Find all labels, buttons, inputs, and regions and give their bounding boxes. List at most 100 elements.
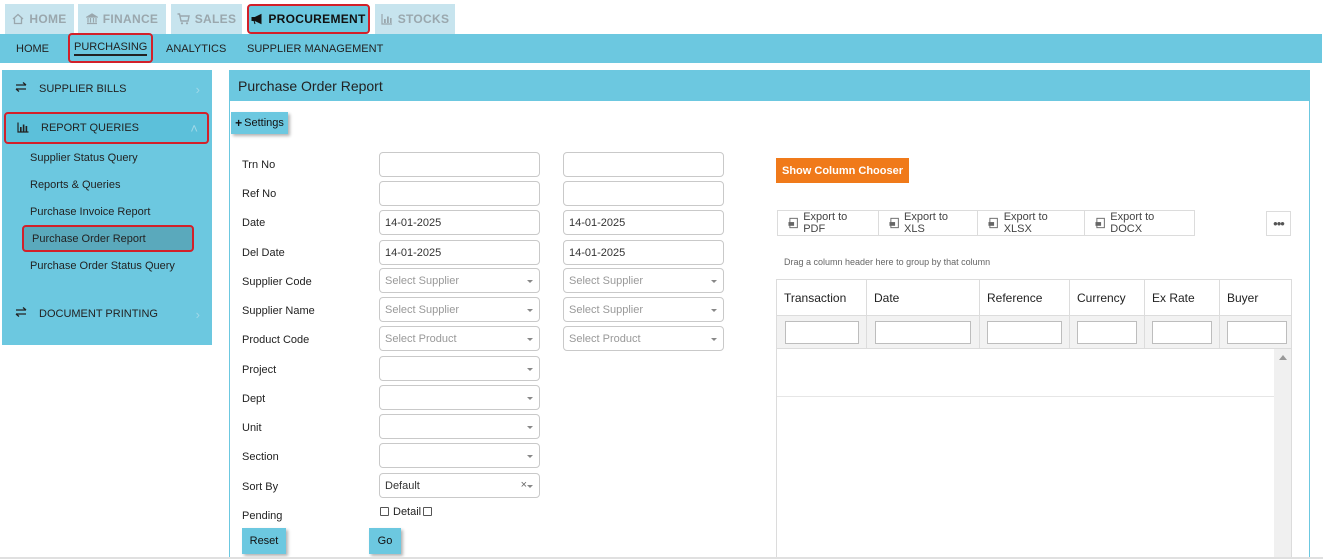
export-xlsx-button[interactable]: Export to XLSX: [978, 211, 1086, 235]
column-header-buyer[interactable]: Buyer: [1220, 280, 1291, 316]
tab-procurement[interactable]: PROCUREMENT: [247, 4, 370, 34]
supplier-code-from-select[interactable]: Select Supplier: [379, 268, 540, 293]
sidebar-item-label: Reports & Queries: [30, 179, 121, 191]
label-trn-no: Trn No: [242, 159, 276, 171]
grid-vertical-scrollbar[interactable]: [1274, 349, 1291, 558]
del-date-to-input[interactable]: 14-01-2025: [563, 240, 724, 265]
supplier-name-to-select[interactable]: Select Supplier: [563, 297, 724, 322]
tab-procurement-label: PROCUREMENT: [268, 12, 366, 26]
filter-transaction-input[interactable]: [785, 321, 859, 344]
sidebar-section-supplier-bills[interactable]: SUPPLIER BILLS ›: [2, 73, 212, 105]
caret-down-icon: [527, 280, 533, 283]
date-from-input[interactable]: 14-01-2025: [379, 210, 540, 235]
export-docx-button[interactable]: Export to DOCX: [1085, 211, 1194, 235]
dept-select[interactable]: [379, 385, 540, 410]
column-header-label: Transaction: [784, 291, 847, 305]
label-pending: Pending: [242, 510, 283, 522]
export-docx-label: Export to DOCX: [1110, 211, 1155, 235]
export-xls-label: Export to XLS: [904, 211, 949, 235]
go-button-label: Go: [377, 535, 393, 547]
ref-no-to-input[interactable]: [563, 181, 724, 206]
supplier-code-to-select[interactable]: Select Supplier: [563, 268, 724, 293]
select-placeholder: Select Supplier: [385, 274, 459, 287]
ref-no-from-input[interactable]: [379, 181, 540, 206]
column-header-label: Currency: [1077, 291, 1126, 305]
label-unit: Unit: [242, 422, 262, 434]
caret-down-icon: [527, 368, 533, 371]
column-header-ex-rate[interactable]: Ex Rate: [1145, 280, 1220, 316]
subnav-home[interactable]: HOME: [16, 34, 49, 63]
group-panel-hint: Drag a column header here to group by th…: [784, 257, 991, 267]
sidebar: SUPPLIER BILLS › REPORT QUERIES ˄ Suppli…: [2, 70, 212, 345]
reset-button-label: Reset: [249, 535, 279, 547]
column-header-reference[interactable]: Reference: [980, 280, 1070, 316]
chevron-right-icon: ›: [195, 306, 200, 322]
scroll-up-icon[interactable]: [1279, 355, 1287, 360]
trn-no-from-input[interactable]: [379, 152, 540, 177]
export-file-icon: [1095, 217, 1105, 229]
page-title: Purchase Order Report: [238, 78, 383, 94]
section-select[interactable]: [379, 443, 540, 468]
subnav-supplier-management[interactable]: SUPPLIER MANAGEMENT: [247, 34, 383, 63]
sidebar-item-purchase-order-status-query[interactable]: Purchase Order Status Query: [30, 260, 175, 272]
export-pdf-button[interactable]: Export to PDF: [778, 211, 879, 235]
label-date: Date: [242, 217, 266, 229]
sidebar-item-purchase-invoice-report[interactable]: Purchase Invoice Report: [30, 206, 150, 218]
filter-ex-rate-input[interactable]: [1152, 321, 1212, 344]
export-xls-button[interactable]: Export to XLS: [879, 211, 979, 235]
sidebar-item-label: Purchase Order Report: [32, 232, 146, 245]
filter-date-input[interactable]: [875, 321, 971, 344]
label-section: Section: [242, 451, 279, 463]
sidebar-section-report-queries[interactable]: REPORT QUERIES ˄: [4, 112, 209, 144]
sidebar-item-label: Purchase Order Status Query: [30, 260, 175, 272]
tab-finance[interactable]: FINANCE: [78, 4, 166, 34]
filter-reference-input[interactable]: [987, 321, 1062, 344]
sort-by-select[interactable]: Default ×: [379, 473, 540, 498]
label-supplier-name: Supplier Name: [242, 305, 315, 317]
subnav-purchasing[interactable]: PURCHASING: [68, 33, 154, 63]
export-file-icon: [889, 217, 899, 229]
sidebar-item-purchase-order-report[interactable]: Purchase Order Report: [22, 225, 194, 252]
supplier-name-from-select[interactable]: Select Supplier: [379, 297, 540, 322]
tab-home-label: HOME: [29, 12, 67, 26]
show-column-chooser-button[interactable]: Show Column Chooser: [776, 158, 909, 183]
go-button[interactable]: Go: [369, 528, 401, 554]
select-placeholder: Select Supplier: [569, 274, 643, 287]
label-project: Project: [242, 364, 277, 376]
tab-sales[interactable]: SALES: [171, 4, 242, 34]
sidebar-item-reports-queries[interactable]: Reports & Queries: [30, 179, 120, 191]
subnav-analytics[interactable]: ANALYTICS: [166, 34, 226, 63]
product-code-from-select[interactable]: Select Product: [379, 326, 540, 351]
label-del-date: Del Date: [242, 247, 285, 259]
project-select[interactable]: [379, 356, 540, 381]
data-grid: Transaction Date Reference Currency Ex R…: [776, 279, 1292, 559]
sidebar-section-label: DOCUMENT PRINTING: [39, 308, 158, 320]
column-header-currency[interactable]: Currency: [1070, 280, 1145, 316]
export-file-icon: [788, 217, 798, 229]
export-xlsx-label: Export to XLSX: [1003, 211, 1048, 235]
reset-button[interactable]: Reset: [242, 528, 286, 554]
del-date-from-input[interactable]: 14-01-2025: [379, 240, 540, 265]
tab-home[interactable]: HOME: [5, 4, 74, 34]
more-options-icon[interactable]: •••: [1266, 211, 1291, 236]
column-header-date[interactable]: Date: [867, 280, 980, 316]
filter-cell: [980, 316, 1070, 349]
unit-select[interactable]: [379, 414, 540, 439]
sidebar-section-document-printing[interactable]: DOCUMENT PRINTING ›: [2, 298, 212, 330]
trn-no-to-input[interactable]: [563, 152, 724, 177]
filter-currency-input[interactable]: [1077, 321, 1137, 344]
label-sort-by: Sort By: [242, 481, 279, 493]
caret-down-icon: [527, 397, 533, 400]
date-to-input[interactable]: 14-01-2025: [563, 210, 724, 235]
caret-down-icon: [527, 426, 533, 429]
column-header-transaction[interactable]: Transaction: [777, 280, 867, 316]
product-code-to-select[interactable]: Select Product: [563, 326, 724, 351]
filter-buyer-input[interactable]: [1227, 321, 1287, 344]
sort-by-value: Default: [385, 479, 420, 492]
settings-button[interactable]: + Settings: [231, 112, 288, 134]
caret-down-icon: [711, 338, 717, 341]
tab-stocks[interactable]: STOCKS: [375, 4, 455, 34]
pending-checkbox[interactable]: [380, 507, 389, 516]
detail-checkbox[interactable]: [423, 507, 432, 516]
sidebar-item-supplier-status-query[interactable]: Supplier Status Query: [30, 152, 138, 164]
